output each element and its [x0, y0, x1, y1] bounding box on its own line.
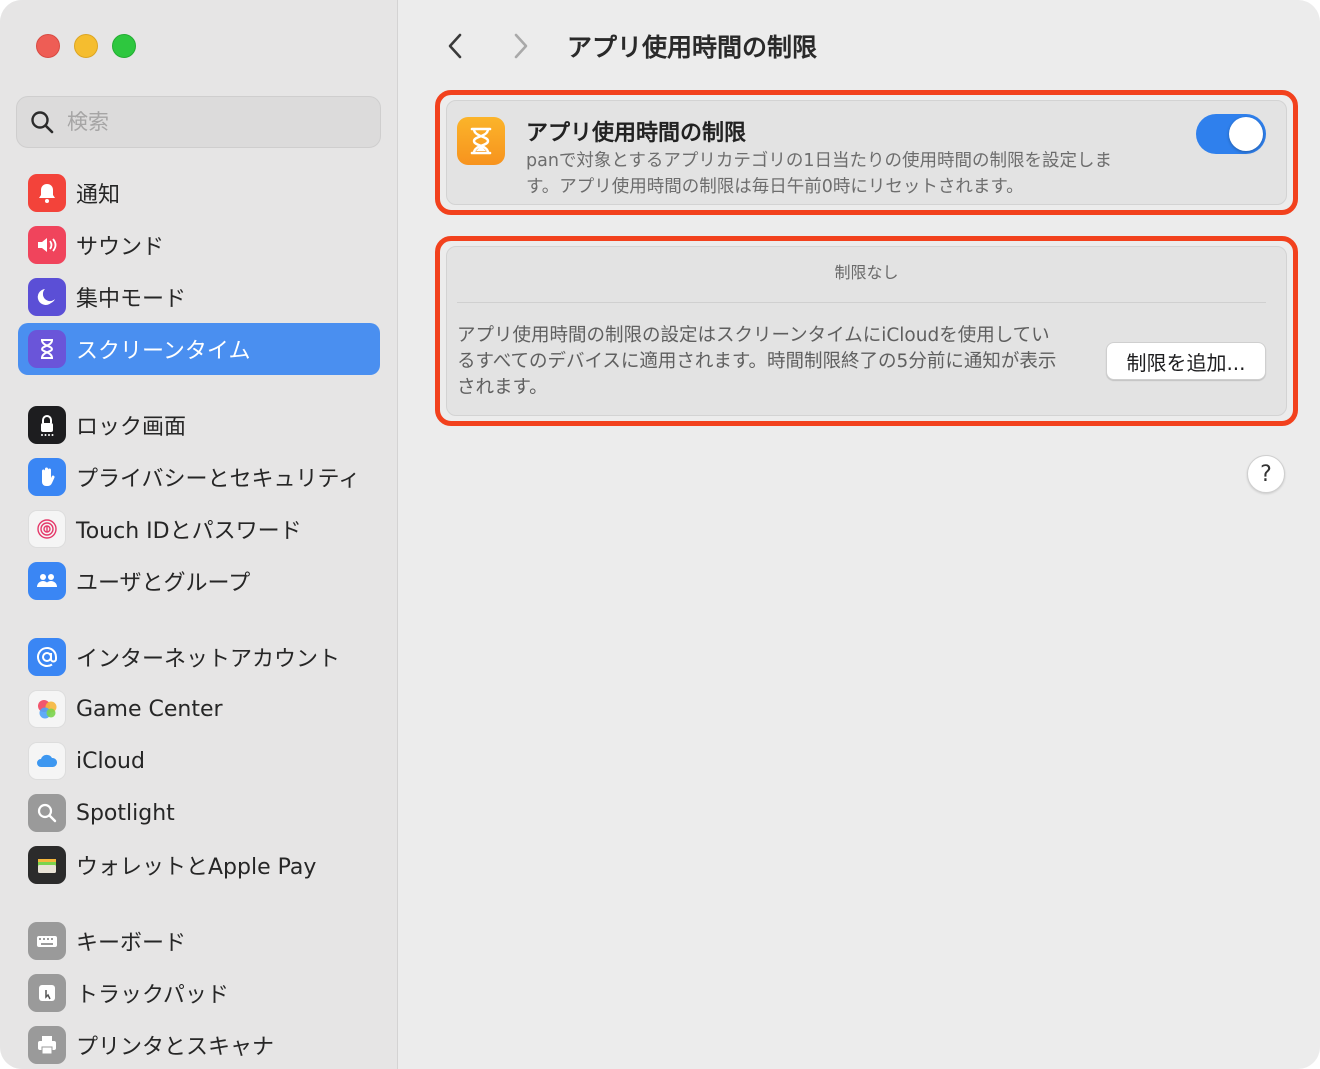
sidebar-item-label: ユーザとグループ — [76, 571, 251, 596]
moon-icon — [28, 278, 66, 316]
sidebar-item-label: キーボード — [76, 931, 187, 956]
sidebar-item-touch-id[interactable]: Touch IDとパスワード — [18, 503, 380, 555]
back-button[interactable] — [437, 24, 473, 68]
sidebar-item-label: iCloud — [76, 748, 145, 774]
sidebar-item-label: Spotlight — [76, 800, 175, 826]
sidebar-item-internet-accounts[interactable]: インターネットアカウント — [18, 631, 380, 683]
sidebar-separator — [18, 607, 380, 631]
help-button[interactable]: ? — [1247, 455, 1285, 493]
sidebar-item-icloud[interactable]: iCloud — [18, 735, 380, 787]
printer-icon — [28, 1026, 66, 1064]
hand-icon — [28, 458, 66, 496]
sidebar-item-label: プライバシーとセキュリティ — [76, 467, 361, 492]
sidebar-item-users-groups[interactable]: ユーザとグループ — [18, 555, 380, 607]
chevron-left-icon — [448, 33, 462, 59]
search-icon — [31, 111, 54, 134]
search-input[interactable] — [67, 110, 347, 134]
highlight-box-limits — [435, 236, 1298, 426]
sidebar-item-label: 通知 — [76, 183, 121, 208]
main-content: アプリ使用時間の制限 アプリ使用時間の制限 panで対象とするアプリカテゴリの1… — [399, 0, 1320, 1069]
forward-button[interactable] — [503, 24, 539, 68]
sidebar-item-keyboard[interactable]: キーボード — [18, 915, 380, 967]
users-icon — [28, 562, 66, 600]
sidebar-item-game-center[interactable]: Game Center — [18, 683, 380, 735]
game-center-icon — [28, 690, 66, 728]
sidebar-item-label: スクリーンタイム — [76, 339, 251, 364]
sidebar-item-label: ウォレットとApple Pay — [76, 855, 317, 880]
toolbar: アプリ使用時間の制限 — [437, 22, 817, 70]
sidebar-item-trackpad[interactable]: トラックパッド — [18, 967, 380, 1019]
sidebar-item-screen-time[interactable]: スクリーンタイム — [18, 323, 380, 375]
sidebar-separator — [18, 375, 380, 399]
sidebar-item-label: ロック画面 — [76, 415, 187, 440]
sidebar-item-spotlight[interactable]: Spotlight — [18, 787, 380, 839]
cloud-icon — [28, 742, 66, 780]
trackpad-icon — [28, 974, 66, 1012]
sidebar-item-privacy-security[interactable]: プライバシーとセキュリティ — [18, 451, 380, 503]
lock-icon — [28, 406, 66, 444]
sidebar-item-lock-screen[interactable]: ロック画面 — [18, 399, 380, 451]
at-icon — [28, 638, 66, 676]
sidebar-item-printers-scanners[interactable]: プリンタとスキャナ — [18, 1019, 380, 1069]
hourglass-icon — [28, 330, 66, 368]
page-title: アプリ使用時間の制限 — [567, 33, 818, 62]
sidebar-item-label: インターネットアカウント — [76, 647, 341, 672]
sidebar-item-label: 集中モード — [76, 287, 187, 312]
sidebar-item-label: プリンタとスキャナ — [76, 1035, 275, 1060]
sidebar: 通知 サウンド 集中モード スクリーンタイム — [0, 0, 398, 1069]
speaker-icon — [28, 226, 66, 264]
close-window-button[interactable] — [36, 34, 60, 58]
sidebar-item-label: Touch IDとパスワード — [76, 519, 302, 544]
zoom-window-button[interactable] — [112, 34, 136, 58]
keyboard-icon — [28, 922, 66, 960]
sidebar-item-label: Game Center — [76, 696, 223, 722]
sidebar-item-notifications[interactable]: 通知 — [18, 167, 380, 219]
settings-window: 通知 サウンド 集中モード スクリーンタイム — [0, 0, 1320, 1069]
magnifier-icon — [28, 794, 66, 832]
sidebar-separator — [18, 891, 380, 915]
search-field[interactable] — [16, 96, 381, 148]
bell-icon — [28, 174, 66, 212]
sidebar-item-label: サウンド — [76, 235, 165, 260]
fingerprint-icon — [28, 510, 66, 548]
chevron-right-icon — [514, 33, 528, 59]
sidebar-item-focus[interactable]: 集中モード — [18, 271, 380, 323]
window-controls — [36, 34, 136, 58]
wallet-icon — [28, 846, 66, 884]
sidebar-item-sound[interactable]: サウンド — [18, 219, 380, 271]
sidebar-nav: 通知 サウンド 集中モード スクリーンタイム ロック画面 プライバシーとセキュリ… — [18, 167, 380, 1069]
highlight-box-toggle — [435, 90, 1298, 215]
minimize-window-button[interactable] — [74, 34, 98, 58]
sidebar-item-label: トラックパッド — [76, 983, 229, 1008]
sidebar-item-wallet[interactable]: ウォレットとApple Pay — [18, 839, 380, 891]
